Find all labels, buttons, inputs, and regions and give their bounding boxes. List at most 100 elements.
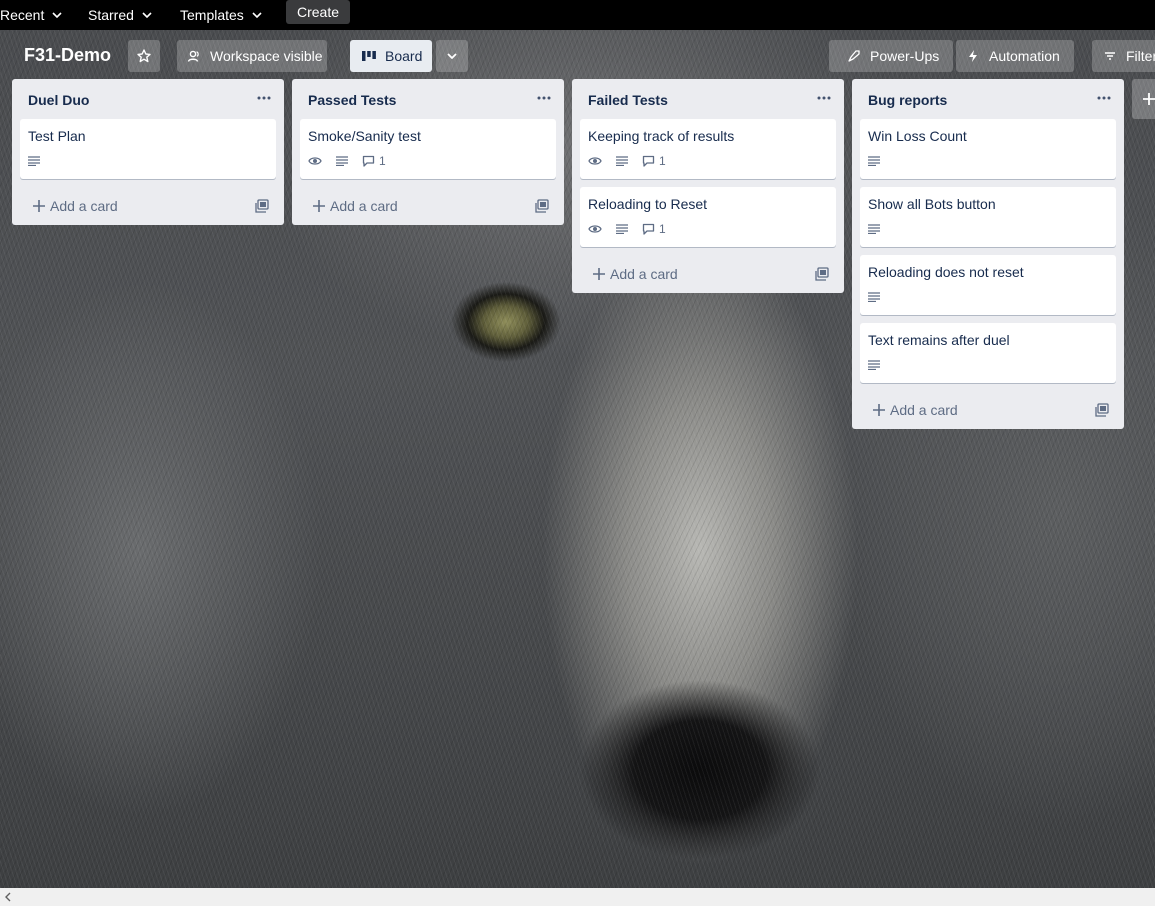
lightning-icon <box>969 50 977 62</box>
nav-templates-label: Templates <box>180 7 244 23</box>
eye-icon <box>308 157 322 165</box>
list-title[interactable]: Passed Tests <box>308 92 396 108</box>
more-options-icon[interactable] <box>256 91 272 105</box>
card[interactable]: Keeping track of results 1 <box>580 119 836 179</box>
power-ups-button[interactable]: Power-Ups <box>829 40 953 72</box>
comments-badge: 1 <box>642 153 666 169</box>
card-template-icon[interactable] <box>254 198 270 214</box>
card-template-icon[interactable] <box>1094 402 1110 418</box>
nav-starred-label: Starred <box>88 7 134 23</box>
card[interactable]: Reloading does not reset <box>860 255 1116 315</box>
card[interactable]: Show all Bots button <box>860 187 1116 247</box>
star-board-button[interactable] <box>128 40 160 72</box>
power-ups-label: Power-Ups <box>870 48 940 64</box>
description-icon <box>868 156 880 166</box>
automation-label: Automation <box>989 48 1060 64</box>
card-title: Text remains after duel <box>868 332 1010 348</box>
eye-icon <box>588 225 602 233</box>
card[interactable]: Win Loss Count <box>860 119 1116 179</box>
list-title[interactable]: Duel Duo <box>28 92 89 108</box>
description-icon <box>868 292 880 302</box>
board-view-button[interactable]: Board <box>350 40 432 72</box>
more-options-icon[interactable] <box>816 91 832 105</box>
description-icon <box>616 224 628 234</box>
comment-count: 1 <box>659 222 666 236</box>
card[interactable]: Text remains after duel <box>860 323 1116 383</box>
list-title[interactable]: Failed Tests <box>588 92 668 108</box>
board-view-icon <box>362 51 376 61</box>
add-card-label: Add a card <box>330 198 398 214</box>
horizontal-scrollbar[interactable] <box>0 888 1155 906</box>
comment-icon <box>642 223 655 235</box>
filter-icon <box>1105 52 1115 60</box>
card[interactable]: Reloading to Reset 1 <box>580 187 836 247</box>
card-title: Keeping track of results <box>588 128 735 144</box>
nav-templates[interactable]: Templates <box>180 0 262 30</box>
add-card-label: Add a card <box>890 402 958 418</box>
automation-button[interactable]: Automation <box>956 40 1074 72</box>
chevron-down-icon <box>447 53 457 60</box>
add-card-button[interactable]: Add a card <box>12 187 284 225</box>
add-card-label: Add a card <box>610 266 678 282</box>
card-template-icon[interactable] <box>814 266 830 282</box>
chevron-down-icon <box>252 12 262 19</box>
comments-badge: 1 <box>362 153 386 169</box>
eye-icon <box>588 157 602 165</box>
plus-icon <box>33 200 45 212</box>
description-icon <box>336 156 348 166</box>
add-card-label: Add a card <box>50 198 118 214</box>
star-icon <box>137 49 151 63</box>
list-title[interactable]: Bug reports <box>868 92 947 108</box>
visibility-label: Workspace visible <box>210 48 323 64</box>
card-title: Win Loss Count <box>868 128 967 144</box>
plus-icon <box>593 268 605 280</box>
comment-icon <box>362 155 375 167</box>
card-title: Reloading to Reset <box>588 196 708 212</box>
add-card-button[interactable]: Add a card <box>852 391 1124 429</box>
comment-icon <box>642 155 655 167</box>
comment-count: 1 <box>379 154 386 168</box>
list-bug-reports: Bug reports Win Loss Count Show all Bots… <box>852 79 1124 429</box>
description-icon <box>868 360 880 370</box>
card[interactable]: Test Plan <box>20 119 276 179</box>
top-nav-bar: Recent Starred Templates Create <box>0 0 1155 30</box>
create-button[interactable]: Create <box>286 0 351 24</box>
card-template-icon[interactable] <box>534 198 550 214</box>
plus-icon <box>1143 93 1155 105</box>
more-options-icon[interactable] <box>1096 91 1112 105</box>
add-card-button[interactable]: Add a card <box>292 187 564 225</box>
chevron-down-icon <box>52 12 62 19</box>
description-icon <box>28 156 40 166</box>
card-title: Reloading does not reset <box>868 264 1024 280</box>
card[interactable]: Smoke/Sanity test 1 <box>300 119 556 179</box>
plus-icon <box>313 200 325 212</box>
card-title: Smoke/Sanity test <box>308 128 421 144</box>
chevron-down-icon <box>142 12 152 19</box>
filter-label: Filter <box>1126 48 1155 64</box>
list-passed-tests: Passed Tests Smoke/Sanity test 1 Add a c… <box>292 79 564 225</box>
add-list-button[interactable] <box>1132 79 1155 119</box>
plus-icon <box>873 404 885 416</box>
more-options-icon[interactable] <box>536 91 552 105</box>
description-icon <box>868 224 880 234</box>
filter-button[interactable]: Filter <box>1092 40 1155 72</box>
view-switcher-button[interactable] <box>436 40 468 72</box>
visibility-button[interactable]: Workspace visible <box>177 40 327 72</box>
chevron-left-icon[interactable] <box>2 891 14 903</box>
nav-recent-label: Recent <box>0 7 45 23</box>
nav-recent[interactable]: Recent <box>0 0 62 30</box>
comment-count: 1 <box>659 154 666 168</box>
add-card-button[interactable]: Add a card <box>572 255 844 293</box>
people-icon <box>187 50 199 62</box>
comments-badge: 1 <box>642 221 666 237</box>
card-title: Test Plan <box>28 128 86 144</box>
description-icon <box>616 156 628 166</box>
card-title: Show all Bots button <box>868 196 996 212</box>
board-title[interactable]: F31-Demo <box>24 45 111 66</box>
rocket-icon <box>848 50 860 62</box>
create-button-label: Create <box>297 4 340 20</box>
nav-starred[interactable]: Starred <box>88 0 152 30</box>
board-view-label: Board <box>385 48 423 64</box>
list-failed-tests: Failed Tests Keeping track of results 1 … <box>572 79 844 293</box>
list-duel-duo: Duel Duo Test Plan Add a card <box>12 79 284 225</box>
